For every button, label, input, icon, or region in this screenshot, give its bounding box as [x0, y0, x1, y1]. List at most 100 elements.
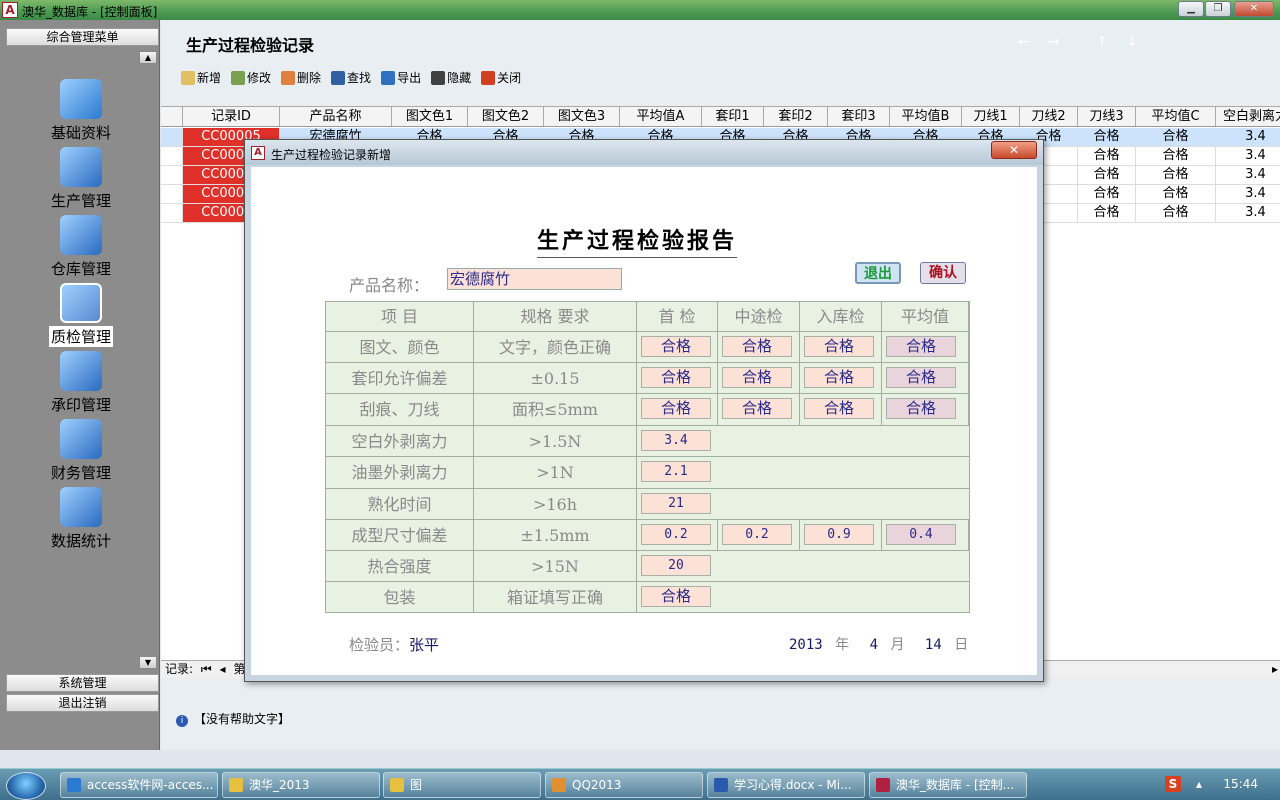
- value-field[interactable]: 合格: [722, 398, 792, 419]
- taskbar-item[interactable]: QQ2013: [545, 772, 703, 798]
- confirm-button[interactable]: 确认: [920, 262, 966, 284]
- value-field[interactable]: 合格: [722, 336, 792, 357]
- grid-column-header[interactable]: 平均值B: [890, 107, 962, 126]
- toolbar-button-6[interactable]: 隐藏: [431, 69, 471, 86]
- value-field[interactable]: 合格: [641, 367, 711, 388]
- nav-item-5[interactable]: 承印管理: [26, 351, 136, 415]
- dialog-title-bar[interactable]: A 生产过程检验记录新增 ✕: [245, 140, 1043, 165]
- date-month[interactable]: 4: [870, 637, 878, 653]
- grid-cell[interactable]: 合格: [1078, 128, 1136, 146]
- close-window-button[interactable]: ✕: [1234, 1, 1274, 17]
- value-field[interactable]: 合格: [804, 336, 874, 357]
- arrow-left-icon[interactable]: ←: [1018, 34, 1030, 50]
- value-field[interactable]: 21: [641, 493, 711, 514]
- dialog-close-button[interactable]: ✕: [991, 141, 1037, 159]
- row-selector[interactable]: [161, 147, 183, 165]
- toolbar-button-4[interactable]: 查找: [331, 69, 371, 86]
- grid-cell[interactable]: 合格: [1136, 204, 1216, 222]
- value-field[interactable]: 20: [641, 555, 711, 576]
- toolbar-button-5[interactable]: 导出: [381, 69, 421, 86]
- grid-cell[interactable]: 3.4: [1216, 185, 1280, 203]
- window-title-bar[interactable]: A 澳华_数据库 - [控制面板] ▁ ❐ ✕: [0, 0, 1280, 20]
- taskbar-item[interactable]: 学习心得.docx - Mi...: [707, 772, 865, 798]
- nav-logout-button[interactable]: 退出注销: [6, 694, 159, 712]
- value-field[interactable]: 2.1: [641, 461, 711, 482]
- inspector-name[interactable]: 张平: [409, 636, 439, 654]
- grid-cell[interactable]: 3.4: [1216, 147, 1280, 165]
- taskbar-item[interactable]: access软件网-acces...: [60, 772, 218, 798]
- value-field[interactable]: 合格: [886, 336, 956, 357]
- date-day[interactable]: 14: [925, 637, 942, 653]
- value-field[interactable]: 0.9: [804, 524, 874, 545]
- grid-cell[interactable]: 合格: [1078, 185, 1136, 203]
- grid-column-header[interactable]: 刀线3: [1078, 107, 1136, 126]
- grid-column-header[interactable]: 产品名称: [280, 107, 392, 126]
- value-field[interactable]: 合格: [722, 367, 792, 388]
- grid-cell[interactable]: 合格: [1136, 166, 1216, 184]
- row-selector[interactable]: [161, 204, 183, 222]
- value-field[interactable]: 合格: [641, 586, 711, 607]
- grid-column-header[interactable]: 记录ID: [183, 107, 280, 126]
- taskbar-item[interactable]: 图: [383, 772, 541, 798]
- tray-expand-icon[interactable]: ▴: [1196, 777, 1202, 791]
- grid-cell[interactable]: 3.4: [1216, 128, 1280, 146]
- arrow-down-icon[interactable]: ↓: [1126, 34, 1138, 50]
- product-name-input[interactable]: 宏德腐竹: [447, 268, 622, 290]
- grid-corner[interactable]: [161, 107, 183, 126]
- value-field[interactable]: 合格: [804, 398, 874, 419]
- clock[interactable]: 15:44: [1223, 777, 1258, 791]
- grid-column-header[interactable]: 图文色1: [392, 107, 468, 126]
- row-selector[interactable]: [161, 128, 183, 146]
- arrow-right-icon[interactable]: →: [1048, 34, 1060, 50]
- minimize-button[interactable]: ▁: [1178, 1, 1204, 17]
- grid-column-header[interactable]: 刀线2: [1020, 107, 1078, 126]
- nav-item-7[interactable]: 数据统计: [26, 487, 136, 551]
- value-field[interactable]: 合格: [886, 367, 956, 388]
- scroll-right-icon[interactable]: ▸: [1272, 661, 1278, 677]
- restore-button[interactable]: ❐: [1205, 1, 1231, 17]
- arrow-up-icon[interactable]: ↑: [1096, 34, 1108, 50]
- taskbar-item[interactable]: 澳华_数据库 - [控制...: [869, 772, 1027, 798]
- exit-button[interactable]: 退出: [855, 262, 901, 284]
- nav-scroll-down[interactable]: ▼: [139, 656, 157, 669]
- grid-cell[interactable]: 合格: [1078, 147, 1136, 165]
- grid-cell[interactable]: 3.4: [1216, 166, 1280, 184]
- prev-record-icon[interactable]: ◂: [220, 662, 226, 676]
- row-selector[interactable]: [161, 185, 183, 203]
- toolbar-button-3[interactable]: 删除: [281, 69, 321, 86]
- date-year[interactable]: 2013: [789, 637, 823, 653]
- nav-header[interactable]: 综合管理菜单: [6, 28, 159, 46]
- toolbar-button-1[interactable]: 新增: [181, 69, 221, 86]
- value-field[interactable]: 0.2: [641, 524, 711, 545]
- nav-item-1[interactable]: 基础资料: [26, 79, 136, 143]
- tray-app-icon[interactable]: S: [1165, 776, 1181, 792]
- toolbar-button-7[interactable]: 关闭: [481, 69, 521, 86]
- nav-item-3[interactable]: 仓库管理: [26, 215, 136, 279]
- nav-scroll-up[interactable]: ▲: [139, 51, 157, 64]
- grid-column-header[interactable]: 套印1: [702, 107, 764, 126]
- grid-column-header[interactable]: 平均值A: [620, 107, 702, 126]
- grid-column-header[interactable]: 套印2: [764, 107, 828, 126]
- value-field[interactable]: 合格: [886, 398, 956, 419]
- grid-column-header[interactable]: 空白剥离力: [1216, 107, 1280, 126]
- grid-cell[interactable]: 3.4: [1216, 204, 1280, 222]
- row-selector[interactable]: [161, 166, 183, 184]
- value-field[interactable]: 合格: [641, 398, 711, 419]
- nav-item-2[interactable]: 生产管理: [26, 147, 136, 211]
- toolbar-button-2[interactable]: 修改: [231, 69, 271, 86]
- value-field[interactable]: 合格: [804, 367, 874, 388]
- grid-cell[interactable]: 合格: [1136, 185, 1216, 203]
- nav-system-button[interactable]: 系统管理: [6, 674, 159, 692]
- nav-item-4[interactable]: 质检管理: [26, 283, 136, 347]
- taskbar-item[interactable]: 澳华_2013: [222, 772, 380, 798]
- value-field[interactable]: 3.4: [641, 430, 711, 451]
- grid-column-header[interactable]: 图文色3: [544, 107, 620, 126]
- value-field[interactable]: 0.2: [722, 524, 792, 545]
- start-button[interactable]: [6, 772, 46, 800]
- grid-column-header[interactable]: 套印3: [828, 107, 890, 126]
- grid-cell[interactable]: 合格: [1136, 147, 1216, 165]
- grid-cell[interactable]: 合格: [1136, 128, 1216, 146]
- grid-cell[interactable]: 合格: [1078, 204, 1136, 222]
- value-field[interactable]: 合格: [641, 336, 711, 357]
- grid-column-header[interactable]: 图文色2: [468, 107, 544, 126]
